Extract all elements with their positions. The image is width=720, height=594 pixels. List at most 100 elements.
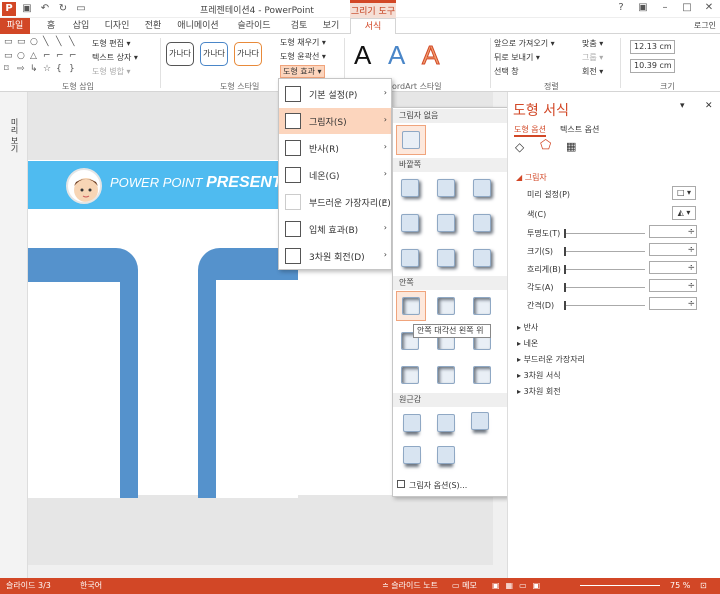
shape-style-3[interactable]: 가나다 xyxy=(234,42,262,66)
shadow-inner-7[interactable] xyxy=(401,366,419,384)
close-icon[interactable]: ✕ xyxy=(698,0,720,16)
redo-icon[interactable]: ↻ xyxy=(56,2,70,16)
edit-shape-button[interactable]: 도형 편집 ▾ xyxy=(92,38,131,49)
size-properties-icon[interactable]: ▦ xyxy=(566,140,576,153)
shape-gallery[interactable]: ▭ ▭ ○ ╲ ╲ ╲ ▭ ○ △ ⌐ ⌐ ⌐ ⌑ ⇨ ↳ ☆{} xyxy=(4,37,84,77)
save-icon[interactable]: ▣ xyxy=(20,2,34,16)
angle-input[interactable] xyxy=(649,279,697,292)
menu-item-shadow[interactable]: 그림자(S) › xyxy=(279,108,391,134)
fit-slide-icon[interactable]: ⊡ xyxy=(700,578,707,594)
tab-text-options[interactable]: 텍스트 옵션 xyxy=(560,124,599,135)
distance-input[interactable] xyxy=(649,297,697,310)
fill-line-icon[interactable]: ◇ xyxy=(515,140,524,154)
tab-insert[interactable]: 삽입 xyxy=(72,18,90,34)
shadow-outer-6[interactable] xyxy=(473,214,491,232)
shadow-inner-8[interactable] xyxy=(437,366,455,384)
size-slider[interactable] xyxy=(564,247,645,256)
text-box-button[interactable]: 텍스트 상자 ▾ xyxy=(92,52,138,63)
comments-button[interactable]: ▭ 메모 xyxy=(452,578,477,594)
shape-fill-button[interactable]: 도형 채우기 ▾ xyxy=(280,37,326,48)
wordart-style-1[interactable]: A xyxy=(354,40,371,71)
shape-outline-button[interactable]: 도형 윤곽선 ▾ xyxy=(280,51,326,62)
shadow-outer-4[interactable] xyxy=(401,214,419,232)
notes-button[interactable]: ≐ 슬라이드 노트 xyxy=(382,578,438,594)
tab-animations[interactable]: 애니메이션 xyxy=(176,18,220,34)
language-indicator[interactable]: 한국어 xyxy=(80,578,102,594)
tab-shape-options[interactable]: 도형 옵션 xyxy=(514,124,546,137)
undo-icon[interactable]: ↶ xyxy=(38,2,52,16)
shadow-inner-3[interactable] xyxy=(473,297,491,315)
horizontal-scrollbar[interactable] xyxy=(28,565,493,578)
menu-item-3d-rotation[interactable]: 3차원 회전(D) › xyxy=(279,243,391,269)
shadow-none-option[interactable] xyxy=(396,125,426,155)
transparency-input[interactable] xyxy=(649,225,697,238)
pane-close-icon[interactable]: ✕ xyxy=(705,101,713,111)
shadow-outer-1[interactable] xyxy=(401,179,419,197)
section-3d-format[interactable]: ▸ 3차원 서식 xyxy=(517,370,561,381)
tab-home[interactable]: 홈 xyxy=(44,18,58,34)
send-backward-button[interactable]: 뒤로 보내기 ▾ xyxy=(494,52,540,63)
menu-item-bevel[interactable]: 입체 효과(B) › xyxy=(279,216,391,242)
shadow-inner-2[interactable] xyxy=(437,297,455,315)
zoom-level[interactable]: 75 % xyxy=(670,578,690,594)
shadow-options-link[interactable]: 그림자 옵션(S)... xyxy=(397,480,467,491)
distance-slider[interactable] xyxy=(564,301,645,310)
tab-design[interactable]: 디자인 xyxy=(104,18,130,34)
shape-style-1[interactable]: 가나다 xyxy=(166,42,194,66)
tab-slideshow[interactable]: 슬라이드 쇼 xyxy=(232,18,276,47)
zoom-slider[interactable] xyxy=(580,585,660,586)
selection-pane-button[interactable]: 선택 창 xyxy=(494,66,519,77)
shadow-outer-3[interactable] xyxy=(473,179,491,197)
shadow-inner-9[interactable] xyxy=(473,366,491,384)
shadow-outer-5[interactable] xyxy=(437,214,455,232)
ribbon-display-icon[interactable]: ▣ xyxy=(632,0,654,16)
shadow-perspective-3[interactable] xyxy=(471,412,489,430)
maximize-icon[interactable]: □ xyxy=(676,0,698,16)
shadow-outer-9[interactable] xyxy=(473,249,491,267)
login-link[interactable]: 로그인 xyxy=(694,20,716,31)
section-soft-edges[interactable]: ▸ 부드러운 가장자리 xyxy=(517,354,585,365)
transparency-slider[interactable] xyxy=(564,229,645,238)
menu-item-reflection[interactable]: 반사(R) › xyxy=(279,135,391,161)
size-input[interactable] xyxy=(649,243,697,256)
rotate-button[interactable]: 회전 ▾ xyxy=(582,66,603,77)
tab-view[interactable]: 보기 xyxy=(322,18,340,34)
blur-input[interactable] xyxy=(649,261,697,274)
tab-format[interactable]: 서식 xyxy=(350,18,396,35)
minimize-icon[interactable]: – xyxy=(654,0,676,16)
wordart-style-2[interactable]: A xyxy=(388,40,405,71)
slide-thumbnails-collapsed[interactable]: 미리 보기 xyxy=(0,92,28,578)
shadow-perspective-4[interactable] xyxy=(403,446,421,464)
effects-icon[interactable]: ⬠ xyxy=(540,138,551,153)
shadow-perspective-2[interactable] xyxy=(437,414,455,432)
tab-review[interactable]: 검토 xyxy=(290,18,308,34)
shape-effects-button[interactable]: 도형 효과 ▾ xyxy=(280,65,325,78)
shadow-color-dropdown[interactable]: ◭ ▾ xyxy=(672,206,696,220)
menu-item-soft-edges[interactable]: 부드러운 가장자리(E) › xyxy=(279,189,391,215)
shadow-preset-dropdown[interactable]: □ ▾ xyxy=(672,186,696,200)
shape-width-input[interactable]: 10.39 cm xyxy=(630,59,675,73)
help-icon[interactable]: ? xyxy=(610,0,632,16)
bring-forward-button[interactable]: 앞으로 가져오기 ▾ xyxy=(494,38,555,49)
section-glow[interactable]: ▸ 네온 xyxy=(517,338,538,349)
tab-transitions[interactable]: 전환 xyxy=(144,18,162,34)
pane-options-icon[interactable]: ▾ xyxy=(680,101,685,111)
shape-height-input[interactable]: 12.13 cm xyxy=(630,40,675,54)
shadow-outer-8[interactable] xyxy=(437,249,455,267)
wordart-style-3[interactable]: A xyxy=(421,40,439,71)
shadow-section-header[interactable]: ◢ 그림자 xyxy=(516,172,547,183)
view-buttons[interactable]: ▣▦▭▣ xyxy=(492,578,546,594)
shadow-perspective-5[interactable] xyxy=(437,446,455,464)
tab-file[interactable]: 파일 xyxy=(0,18,30,34)
shadow-inner-1-hover[interactable] xyxy=(396,291,426,321)
shadow-outer-7[interactable] xyxy=(401,249,419,267)
menu-item-preset[interactable]: 기본 설정(P) › xyxy=(279,81,391,107)
menu-item-glow[interactable]: 네온(G) › xyxy=(279,162,391,188)
start-slideshow-icon[interactable]: ▭ xyxy=(74,2,88,16)
section-reflection[interactable]: ▸ 반사 xyxy=(517,322,538,333)
shadow-perspective-1[interactable] xyxy=(403,414,421,432)
shape-style-2[interactable]: 가나다 xyxy=(200,42,228,66)
blur-slider[interactable] xyxy=(564,265,645,274)
align-button[interactable]: 맞춤 ▾ xyxy=(582,38,603,49)
section-3d-rotation[interactable]: ▸ 3차원 회전 xyxy=(517,386,561,397)
